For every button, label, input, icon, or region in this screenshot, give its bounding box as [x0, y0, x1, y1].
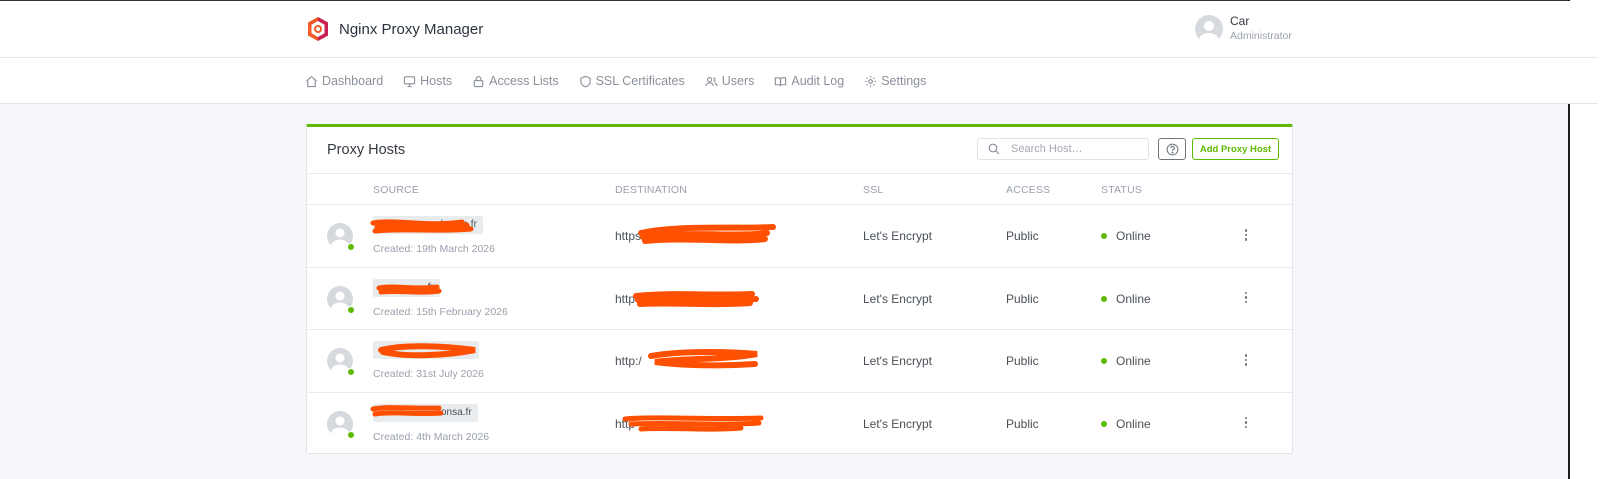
redaction-scribble [622, 414, 764, 432]
created-date: Created: 31st July 2026 [373, 368, 484, 380]
status-dot-icon [1101, 358, 1107, 364]
status-dot-icon [1101, 233, 1107, 239]
ssl-provider: Let's Encrypt [863, 416, 932, 431]
column-header-destination[interactable]: DESTINATION [615, 184, 687, 196]
column-header-source[interactable]: SOURCE [373, 184, 419, 196]
created-date: Created: 19th March 2026 [373, 243, 495, 255]
search-icon [988, 143, 1000, 155]
nav-item-users[interactable]: Users [705, 74, 754, 88]
status: Online [1101, 354, 1151, 368]
online-indicator [347, 368, 355, 376]
row-menu-button[interactable] [1239, 290, 1253, 306]
created-date: Created: 4th March 2026 [373, 430, 490, 443]
source-domain-tag[interactable]: ıshonsa.fr [373, 216, 483, 234]
app-title: Nginx Proxy Manager [339, 20, 484, 38]
search-box [977, 138, 1149, 160]
redaction-scribble [648, 349, 758, 369]
destination: http:/ [615, 354, 642, 368]
source-domain-tag[interactable]: onsa.fr [373, 403, 478, 422]
status: Online [1101, 229, 1151, 243]
nav-item-hosts[interactable]: Hosts [403, 74, 452, 88]
table-row[interactable]: .fr Created: 15th February 2026 http Let… [307, 268, 1292, 330]
nav-item-dashboard[interactable]: Dashboard [305, 74, 383, 88]
user-role: Administrator [1230, 30, 1292, 42]
lock-icon [473, 75, 484, 87]
main-nav: Dashboard Hosts Access Lists SSL Certifi… [305, 58, 946, 104]
shield-icon [579, 75, 591, 87]
nav-item-access-lists[interactable]: Access Lists [472, 74, 559, 88]
users-icon [705, 76, 718, 86]
redaction-scribble [633, 290, 759, 307]
table-header: SOURCE DESTINATION SSL ACCESS STATUS [307, 174, 1292, 205]
home-icon [306, 75, 317, 87]
ssl-provider: Let's Encrypt [863, 291, 932, 306]
online-indicator [347, 243, 355, 251]
column-header-access[interactable]: ACCESS [1006, 184, 1050, 196]
destination: http [615, 416, 636, 431]
nav-item-audit-log[interactable]: Audit Log [774, 74, 844, 88]
add-proxy-host-button[interactable]: Add Proxy Host [1192, 138, 1279, 160]
card-title: Proxy Hosts [327, 142, 406, 158]
monitor-icon [403, 75, 416, 87]
top-bar: Nginx Proxy Manager Car Administrator [0, 1, 1598, 58]
user-name: Car [1230, 14, 1250, 28]
table-row[interactable]: Created: 31st July 2026 http:/ Let's Enc… [307, 330, 1292, 393]
ssl-provider: Let's Encrypt [863, 229, 932, 243]
column-header-status[interactable]: STATUS [1101, 184, 1142, 196]
status: Online [1101, 292, 1151, 306]
source-domain-tag[interactable] [373, 341, 479, 359]
online-indicator [347, 430, 355, 439]
redaction-scribble [638, 224, 776, 244]
card-header: Proxy Hosts Add Proxy Host [307, 127, 1292, 174]
brand[interactable]: Nginx Proxy Manager [306, 16, 483, 42]
status-dot-icon [1101, 295, 1107, 302]
gear-icon [865, 75, 877, 87]
ssl-provider: Let's Encrypt [863, 354, 932, 368]
status-dot-icon [1101, 420, 1107, 427]
column-header-ssl[interactable]: SSL [863, 184, 883, 196]
destination: http [615, 291, 636, 306]
help-button[interactable] [1158, 138, 1186, 160]
access-level: Public [1006, 354, 1039, 368]
destination: https:/ [615, 229, 648, 243]
proxy-hosts-card: Proxy Hosts Add Proxy Host SOURCE DESTIN… [306, 124, 1293, 454]
row-menu-button[interactable] [1239, 352, 1253, 368]
question-circle-icon [1166, 143, 1178, 155]
status: Online [1101, 417, 1151, 431]
access-level: Public [1006, 229, 1039, 243]
nav-item-settings[interactable]: Settings [864, 74, 926, 88]
book-icon [775, 76, 787, 86]
row-menu-button[interactable] [1239, 227, 1253, 243]
user-avatar [1195, 14, 1223, 43]
search-input[interactable] [1011, 143, 1141, 155]
source-domain-tag[interactable]: .fr [373, 278, 440, 297]
table-row[interactable]: onsa.fr Created: 4th March 2026 http Let… [307, 393, 1292, 456]
table-row[interactable]: ıshonsa.fr Created: 19th March 2026 http… [307, 205, 1292, 268]
created-date: Created: 15th February 2026 [373, 305, 508, 318]
row-menu-button[interactable] [1239, 415, 1253, 431]
app-logo-icon [308, 17, 328, 41]
access-level: Public [1006, 416, 1039, 431]
nav-bar: Dashboard Hosts Access Lists SSL Certifi… [0, 58, 1598, 104]
user-menu[interactable]: Car Administrator [1195, 14, 1292, 43]
nav-item-ssl-certificates[interactable]: SSL Certificates [579, 74, 685, 88]
online-indicator [347, 305, 355, 314]
access-level: Public [1006, 291, 1039, 306]
